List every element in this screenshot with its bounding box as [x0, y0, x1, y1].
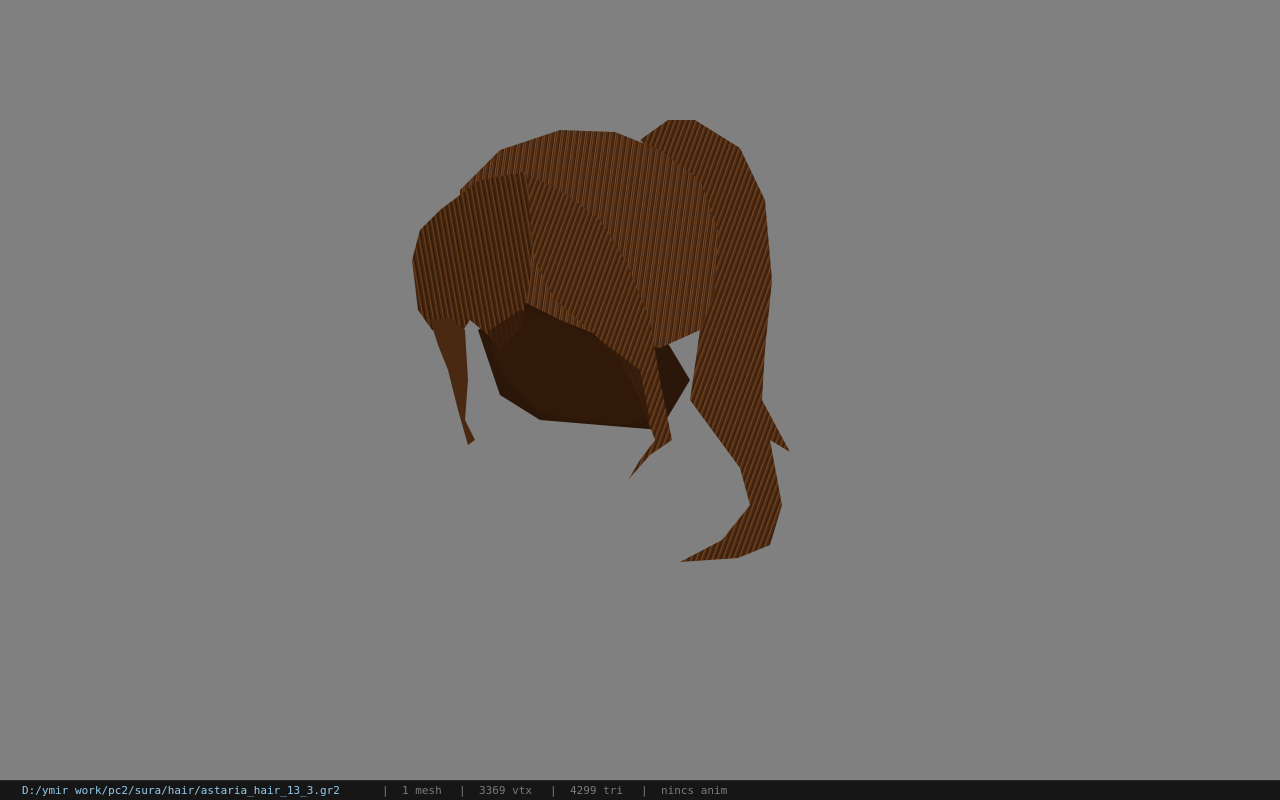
hair-model [412, 120, 790, 562]
3d-viewport[interactable] [0, 0, 1280, 780]
hair-strand-left [430, 318, 475, 445]
separator: | [550, 784, 557, 797]
mesh-count: 1 mesh [402, 784, 442, 797]
status-bar: D:/ymir work/pc2/sura/hair/astaria_hair_… [0, 780, 1280, 800]
triangle-count: 4299 tri [570, 784, 623, 797]
separator: | [459, 784, 466, 797]
animation-status: nincs anim [661, 784, 728, 797]
separator: | [641, 784, 648, 797]
vertex-count: 3369 vtx [479, 784, 532, 797]
separator: | [382, 784, 389, 797]
file-path: D:/ymir work/pc2/sura/hair/astaria_hair_… [22, 784, 340, 797]
